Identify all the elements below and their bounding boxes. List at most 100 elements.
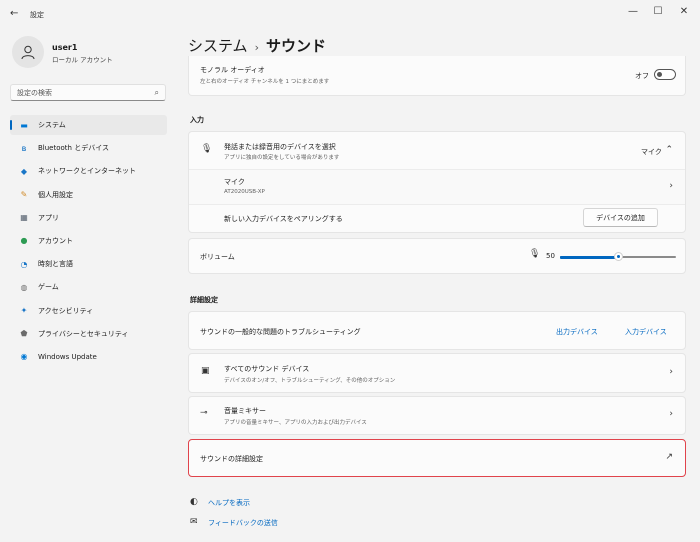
troubleshoot-card: サウンドの一般的な問題のトラブルシューティング 出力デバイス 入力デバイス bbox=[188, 311, 686, 350]
input-select-value[interactable]: マイク bbox=[641, 147, 662, 157]
back-arrow-icon[interactable]: ← bbox=[10, 8, 18, 19]
app-title: 設定 bbox=[30, 11, 44, 19]
chevron-up-icon[interactable]: ⌃ bbox=[665, 145, 673, 155]
sidebar-item-label: アクセシビリティ bbox=[38, 306, 94, 315]
help-link[interactable]: ヘルプを表示 bbox=[208, 498, 250, 508]
sidebar-item-label: アカウント bbox=[38, 236, 73, 245]
output-devices-link[interactable]: 出力デバイス bbox=[556, 327, 598, 337]
sidebar-item-system[interactable]: ▬ システム bbox=[10, 115, 167, 135]
volume-card: ボリューム 🎙︎ 50 bbox=[188, 238, 686, 274]
minimize-button[interactable]: — bbox=[626, 6, 640, 17]
profile-name: user1 bbox=[52, 43, 78, 52]
input-select-subtitle: アプリに独自の設定をしている場合があります bbox=[224, 155, 340, 161]
globe-clock-icon: ◔ bbox=[20, 259, 28, 269]
sidebar-item-apps[interactable]: ▦ アプリ bbox=[10, 208, 167, 228]
open-external-icon: ↗ bbox=[665, 452, 673, 462]
shield-icon: ⬟ bbox=[20, 329, 28, 339]
accessibility-icon: ✦ bbox=[20, 306, 28, 315]
input-device-name: マイク bbox=[224, 178, 245, 186]
mono-audio-card: モノラル オーディオ 左と右のオーディオ チャンネルを 1 つにまとめます オフ bbox=[188, 56, 686, 96]
network-icon: ◆ bbox=[20, 166, 28, 176]
search-placeholder: 設定の検索 bbox=[17, 89, 52, 97]
input-section-label: 入力 bbox=[190, 116, 204, 124]
more-sound-settings-title: サウンドの詳細設定 bbox=[200, 455, 263, 463]
search-icon: ⌕ bbox=[154, 88, 159, 97]
title-bar: ← 設定 — ☐ ✕ bbox=[0, 0, 700, 28]
sidebar-item-network[interactable]: ◆ ネットワークとインターネット bbox=[10, 161, 167, 181]
mono-audio-toggle-label: オフ bbox=[635, 72, 649, 80]
input-select-title: 発話または録音用のデバイスを選択 bbox=[224, 143, 336, 151]
feedback-link[interactable]: フィードバックの送信 bbox=[208, 518, 278, 528]
sidebar-item-personalization[interactable]: ✎ 個人用設定 bbox=[10, 185, 167, 205]
volume-mixer-card[interactable]: ⊸ 音量ミキサー アプリの音量ミキサー、アプリの入力および出力デバイス › bbox=[188, 396, 686, 435]
mixer-icon: ⊸ bbox=[200, 408, 208, 418]
all-sound-devices-card[interactable]: ▣ すべてのサウンド デバイス デバイスのオン/オフ、トラブルシューティング、そ… bbox=[188, 353, 686, 393]
mono-audio-subtitle: 左と右のオーディオ チャンネルを 1 つにまとめます bbox=[200, 79, 330, 85]
sidebar-item-label: ゲーム bbox=[38, 283, 59, 292]
sidebar-item-label: 個人用設定 bbox=[38, 190, 73, 199]
troubleshoot-title: サウンドの一般的な問題のトラブルシューティング bbox=[200, 328, 361, 336]
sidebar-item-accounts[interactable]: ● アカウント bbox=[10, 231, 167, 251]
add-device-button[interactable]: デバイスの追加 bbox=[583, 208, 658, 227]
sidebar-item-gaming[interactable]: ◍ ゲーム bbox=[10, 277, 167, 297]
advanced-section-label: 詳細設定 bbox=[190, 296, 218, 304]
sidebar-item-label: プライバシーとセキュリティ bbox=[38, 329, 129, 338]
chevron-right-icon: › bbox=[669, 367, 673, 377]
search-input[interactable]: 設定の検索 ⌕ bbox=[10, 84, 166, 101]
help-icon: ◐ bbox=[190, 497, 198, 507]
more-sound-settings-card[interactable]: サウンドの詳細設定 ↗ bbox=[188, 439, 686, 477]
chevron-right-icon: › bbox=[254, 41, 259, 54]
maximize-button[interactable]: ☐ bbox=[651, 6, 665, 17]
apps-icon: ▦ bbox=[20, 213, 28, 223]
input-device-model: AT2020USB-XP bbox=[224, 189, 265, 195]
sidebar-item-bluetooth[interactable]: ʙ Bluetooth とデバイス bbox=[10, 138, 167, 158]
slider-thumb[interactable] bbox=[614, 252, 623, 261]
feedback-icon: ✉ bbox=[190, 517, 198, 527]
speaker-icon: ▣ bbox=[201, 366, 210, 376]
chevron-right-icon: › bbox=[669, 181, 673, 191]
pair-input-title: 新しい入力デバイスをペアリングする bbox=[224, 215, 343, 223]
sidebar-item-label: Windows Update bbox=[38, 352, 97, 361]
breadcrumb-parent[interactable]: システム bbox=[188, 37, 248, 55]
sidebar-item-label: システム bbox=[38, 121, 66, 129]
input-devices-card: 🎙︎ 発話または録音用のデバイスを選択 アプリに独自の設定をしている場合がありま… bbox=[188, 131, 686, 233]
breadcrumb: システム › サウンド bbox=[188, 35, 326, 56]
sidebar-item-time-language[interactable]: ◔ 時刻と言語 bbox=[10, 254, 167, 274]
sidebar-item-label: アプリ bbox=[38, 213, 59, 222]
close-button[interactable]: ✕ bbox=[677, 6, 691, 17]
chevron-right-icon: › bbox=[669, 409, 673, 419]
toggle-knob bbox=[657, 72, 662, 77]
mono-audio-title: モノラル オーディオ bbox=[200, 66, 265, 74]
sidebar-nav: ▬ システム ʙ Bluetooth とデバイス ◆ ネットワークとインターネッ… bbox=[10, 115, 167, 370]
user-icon bbox=[21, 45, 35, 60]
microphone-icon: 🎙︎ bbox=[201, 144, 213, 154]
mixer-title: 音量ミキサー bbox=[224, 407, 266, 415]
system-icon: ▬ bbox=[20, 120, 28, 130]
slider-fill bbox=[560, 255, 618, 259]
page-title: サウンド bbox=[265, 37, 326, 55]
sidebar-item-label: Bluetooth とデバイス bbox=[38, 144, 109, 153]
mixer-subtitle: アプリの音量ミキサー、アプリの入力および出力デバイス bbox=[224, 420, 367, 426]
mono-audio-toggle[interactable] bbox=[654, 69, 676, 80]
input-device-row[interactable]: マイク AT2020USB-XP › bbox=[189, 170, 685, 204]
volume-slider[interactable] bbox=[560, 251, 676, 263]
all-devices-title: すべてのサウンド デバイス bbox=[224, 365, 310, 373]
gamepad-icon: ◍ bbox=[20, 282, 28, 292]
input-devices-link[interactable]: 入力デバイス bbox=[625, 327, 667, 337]
update-icon: ◉ bbox=[20, 352, 28, 362]
bluetooth-icon: ʙ bbox=[21, 143, 27, 153]
brush-icon: ✎ bbox=[20, 190, 28, 200]
volume-value: 50 bbox=[546, 252, 555, 260]
sidebar-item-privacy[interactable]: ⬟ プライバシーとセキュリティ bbox=[10, 324, 167, 344]
account-icon: ● bbox=[20, 236, 28, 246]
divider bbox=[189, 204, 685, 205]
sidebar-item-label: ネットワークとインターネット bbox=[38, 167, 136, 176]
sidebar-item-label: 時刻と言語 bbox=[38, 260, 73, 269]
profile-account-type: ローカル アカウント bbox=[52, 56, 113, 64]
all-devices-subtitle: デバイスのオン/オフ、トラブルシューティング、その他のオプション bbox=[224, 378, 396, 384]
sidebar-item-accessibility[interactable]: ✦ アクセシビリティ bbox=[10, 301, 167, 321]
microphone-icon: 🎙︎ bbox=[529, 249, 541, 259]
sidebar-item-windows-update[interactable]: ◉ Windows Update bbox=[10, 347, 167, 367]
avatar[interactable] bbox=[12, 36, 44, 68]
volume-label: ボリューム bbox=[200, 253, 235, 261]
